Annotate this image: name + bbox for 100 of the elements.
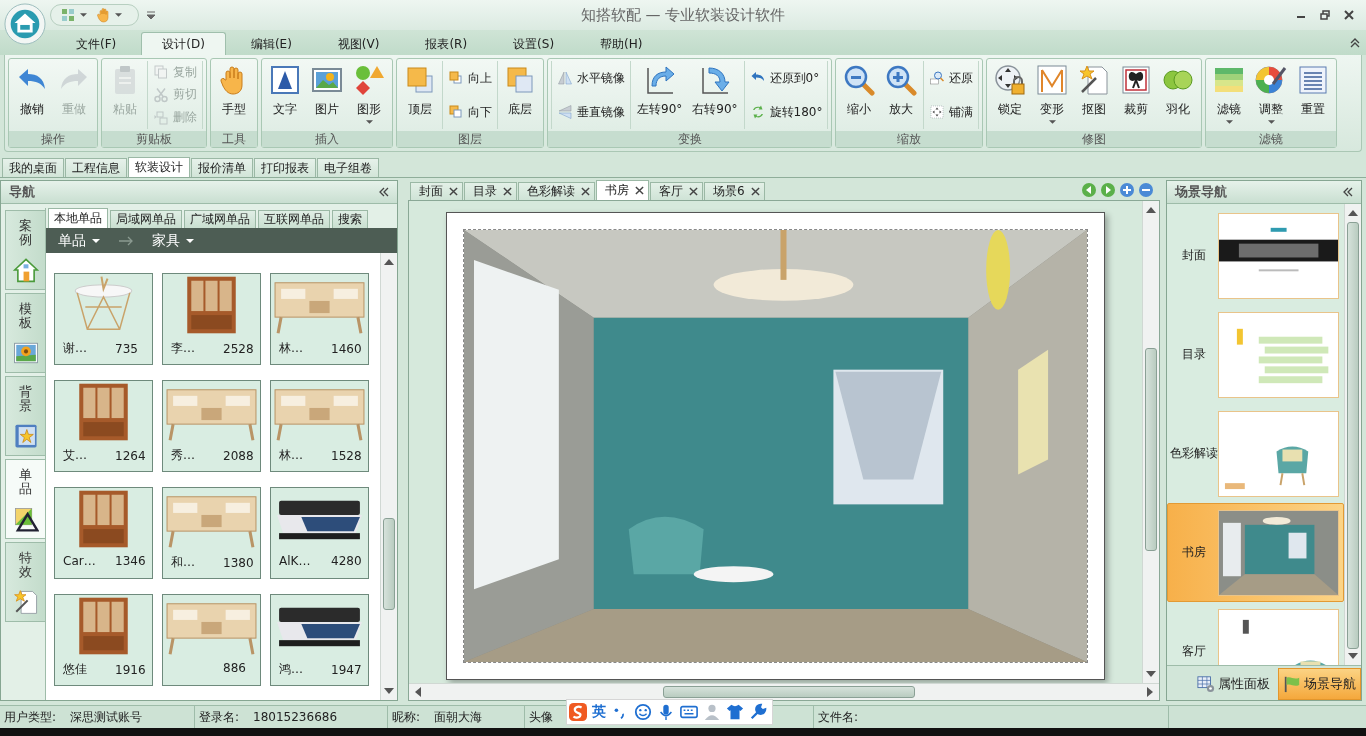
- ime-logo-icon[interactable]: [569, 703, 587, 721]
- document-tab[interactable]: 软装设计: [128, 157, 190, 177]
- toolbar-button[interactable]: 缩小: [839, 61, 880, 129]
- product-card[interactable]: 和… 1380: [162, 487, 261, 579]
- product-card[interactable]: 艾… 1264: [54, 380, 153, 472]
- scene-tab[interactable]: 书房: [596, 180, 649, 200]
- library-tab[interactable]: 广域网单品: [184, 210, 256, 228]
- scroll-down-icon[interactable]: [1348, 653, 1358, 659]
- double-chevron-icon[interactable]: [1343, 187, 1353, 197]
- toolbar-button[interactable]: 撤销: [12, 61, 52, 129]
- product-card[interactable]: Car… 1346: [54, 487, 153, 579]
- toolbar-button[interactable]: 顶层: [400, 61, 440, 129]
- scene-tab[interactable]: 封面: [410, 182, 463, 200]
- toolbar-button[interactable]: 还原: [927, 69, 976, 87]
- panel-tab[interactable]: 属性面板: [1193, 668, 1274, 700]
- plus-icon[interactable]: [1119, 182, 1135, 198]
- product-card[interactable]: 秀… 2088: [162, 380, 261, 472]
- scene-item[interactable]: 色彩解读: [1167, 404, 1344, 503]
- side-tab[interactable]: 特效: [5, 542, 45, 622]
- double-chevron-icon[interactable]: [379, 187, 389, 197]
- toolbar-button[interactable]: 向上: [446, 69, 494, 87]
- scene-tab[interactable]: 客厅: [650, 182, 703, 200]
- scene-tab[interactable]: 色彩解读: [518, 182, 595, 200]
- side-tab[interactable]: 案例: [5, 210, 45, 290]
- menu-tab[interactable]: 帮助(H): [579, 32, 664, 55]
- scene-tab[interactable]: 场景6: [704, 182, 765, 200]
- menu-tab[interactable]: 文件(F): [55, 32, 138, 55]
- toolbar-button[interactable]: 垂直镜像: [555, 103, 627, 121]
- toolbar-button[interactable]: 还原到0°: [747, 69, 825, 87]
- menu-tab[interactable]: 视图(V): [316, 32, 401, 55]
- toolbar-button[interactable]: 左转90°: [633, 61, 687, 129]
- product-card[interactable]: 林… 1528: [270, 380, 369, 472]
- toolbar-button[interactable]: 文字: [265, 61, 305, 129]
- library-tab[interactable]: 本地单品: [48, 208, 108, 228]
- toolbar-button[interactable]: 重置: [1293, 61, 1334, 129]
- document-tab[interactable]: 我的桌面: [2, 158, 64, 177]
- side-tab[interactable]: 单品: [5, 459, 45, 539]
- input-mode[interactable]: 英: [592, 703, 606, 721]
- scene-item[interactable]: 目录: [1167, 305, 1344, 404]
- close-icon[interactable]: [689, 187, 698, 196]
- close-icon[interactable]: [581, 187, 590, 196]
- menu-tab[interactable]: 编辑(E): [229, 32, 313, 55]
- product-card[interactable]: 李… 2528: [162, 273, 261, 365]
- smiley-icon[interactable]: [634, 703, 652, 721]
- product-card[interactable]: 悠佳 1916: [54, 594, 153, 686]
- scroll-up-icon[interactable]: [1348, 210, 1358, 216]
- scroll-down-icon[interactable]: [1146, 671, 1156, 677]
- scene-item[interactable]: 客厅: [1167, 602, 1344, 665]
- library-tab[interactable]: 互联网单品: [258, 210, 330, 228]
- toolbar-button[interactable]: 放大: [881, 61, 922, 129]
- document-tab[interactable]: 打印报表: [254, 158, 316, 177]
- library-tab[interactable]: 搜索: [332, 210, 368, 228]
- toolbar-button[interactable]: 裁剪: [1116, 61, 1157, 129]
- scroll-up-icon[interactable]: [384, 259, 394, 265]
- keyboard-icon[interactable]: [680, 703, 698, 721]
- close-icon[interactable]: [1344, 10, 1354, 20]
- close-icon[interactable]: [449, 187, 458, 196]
- toolbar-button[interactable]: 水平镜像: [555, 69, 627, 87]
- side-tab[interactable]: 模板: [5, 293, 45, 373]
- toolbar-button[interactable]: 变形: [1032, 61, 1073, 129]
- shirt-icon[interactable]: [726, 703, 744, 721]
- product-card[interactable]: 鸿… 1947: [270, 594, 369, 686]
- panel-tab[interactable]: 场景导航: [1278, 668, 1361, 700]
- scene-item[interactable]: 封面: [1167, 206, 1344, 305]
- toolbar-button[interactable]: 图形: [349, 61, 389, 129]
- toolbar-button[interactable]: 向下: [446, 103, 494, 121]
- library-tab[interactable]: 局域网单品: [110, 210, 182, 228]
- toolbar-button[interactable]: 锁定: [990, 61, 1031, 129]
- scroll-right-icon[interactable]: [1147, 687, 1153, 697]
- category-dropdown[interactable]: 单品: [58, 231, 100, 250]
- close-icon[interactable]: [635, 186, 644, 195]
- menu-tab[interactable]: 设置(S): [492, 32, 576, 55]
- menu-tab[interactable]: 报表(R): [404, 32, 489, 55]
- close-icon[interactable]: [503, 187, 512, 196]
- toolbar-button[interactable]: 抠图: [1074, 61, 1115, 129]
- scrollbar-thumb[interactable]: [383, 517, 395, 610]
- scrollbar-thumb[interactable]: [662, 686, 915, 698]
- toolbar-button[interactable]: 调整: [1251, 61, 1292, 129]
- toolbar-button[interactable]: 图片: [307, 61, 347, 129]
- customize-icon[interactable]: [147, 10, 155, 20]
- restore-icon[interactable]: [1320, 10, 1330, 20]
- toolbar-button[interactable]: 右转90°: [688, 61, 742, 129]
- arrow-left-icon[interactable]: [1081, 182, 1097, 198]
- caret-icon[interactable]: [80, 13, 87, 17]
- toolbar-button[interactable]: 羽化: [1158, 61, 1199, 129]
- document-tab[interactable]: 电子组卷: [317, 158, 379, 177]
- toolbar-button[interactable]: 旋转180°: [747, 103, 825, 121]
- close-icon[interactable]: [750, 187, 760, 196]
- toolbar-button[interactable]: 底层: [500, 61, 540, 129]
- category-dropdown[interactable]: 家具: [152, 231, 194, 250]
- document-tab[interactable]: 报价清单: [191, 158, 253, 177]
- wrench-icon[interactable]: [749, 703, 767, 721]
- scroll-left-icon[interactable]: [415, 687, 421, 697]
- collapse-ribbon-icon[interactable]: [1350, 38, 1360, 48]
- side-tab[interactable]: 背景: [5, 376, 45, 456]
- product-card[interactable]: 林… 1460: [270, 273, 369, 365]
- product-card[interactable]: AlK… 4280: [270, 487, 369, 579]
- scene-tab[interactable]: 目录: [464, 182, 517, 200]
- menu-tab[interactable]: 设计(D): [141, 32, 226, 55]
- scroll-down-icon[interactable]: [384, 688, 394, 694]
